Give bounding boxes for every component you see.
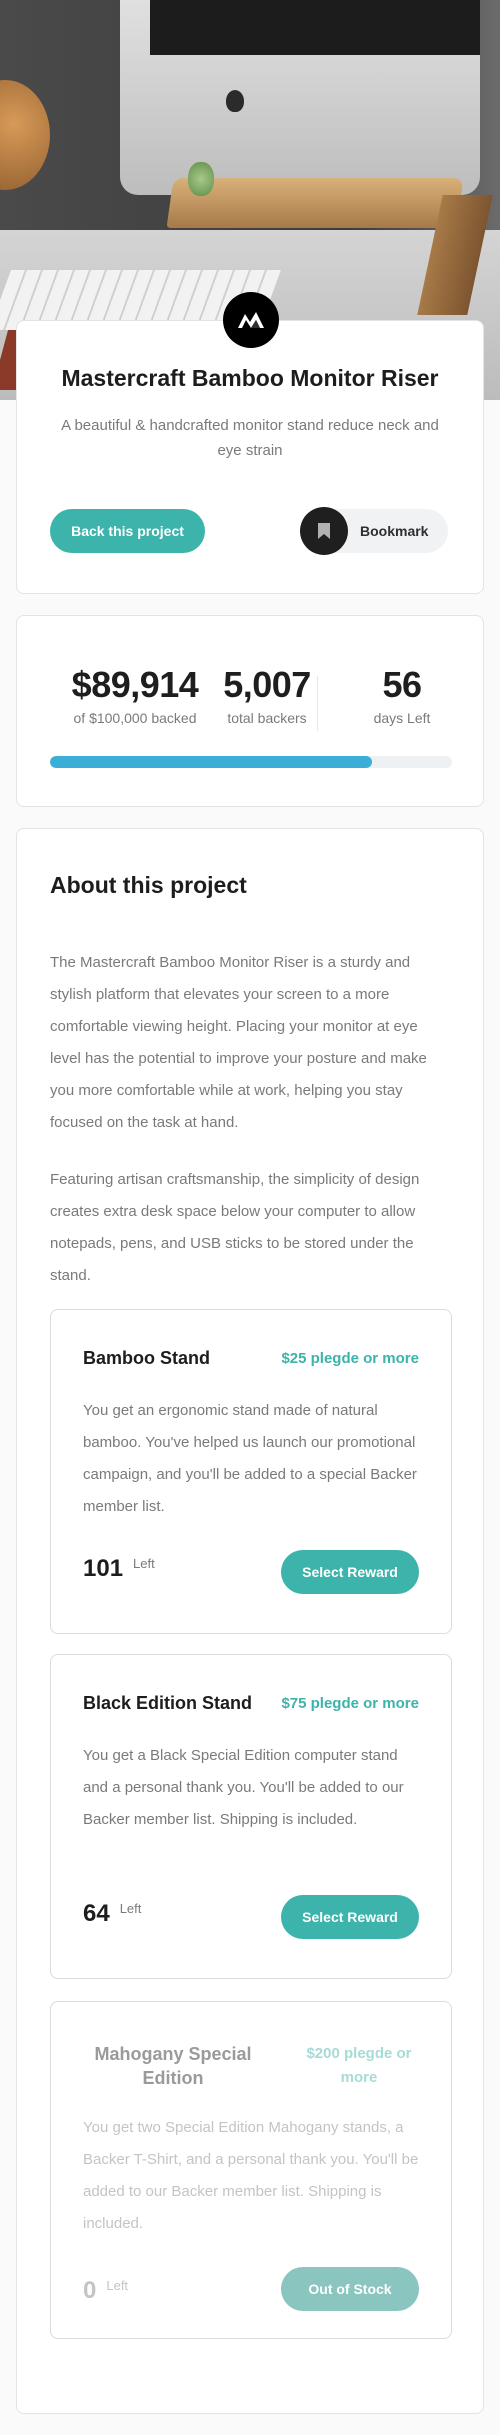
about-paragraph-2: Featuring artisan craftsmanship, the sim…	[50, 1171, 420, 1284]
bookmark-button[interactable]: Bookmark	[300, 507, 448, 555]
reward-stock-count: 101	[83, 1555, 124, 1582]
reward-card-mahogany: Mahogany Special Edition $200 plegde or …	[50, 2001, 452, 2339]
reward-stock-count: 0	[83, 2277, 97, 2304]
stats-divider	[317, 676, 318, 731]
reward-stock-label: Left	[106, 2278, 129, 2293]
funding-progress-bar	[50, 756, 452, 768]
mastercraft-logo-icon	[223, 292, 279, 348]
reward-description: You get an ergonomic stand made of natur…	[83, 1402, 417, 1515]
reward-card-bamboo: Bamboo Stand $25 plegde or more You get …	[50, 1309, 452, 1634]
bookmark-label: Bookmark	[360, 523, 429, 539]
reward-name: Bamboo Stand	[83, 1348, 211, 1368]
reward-stock: 64 Left	[83, 1900, 141, 1928]
reward-pledge: $25 plegde or more	[281, 1350, 419, 1367]
back-project-button[interactable]: Back this project	[50, 509, 205, 553]
select-reward-button[interactable]: Select Reward	[281, 1895, 419, 1939]
reward-description: You get a Black Special Edition computer…	[83, 1747, 404, 1828]
project-header-card: Mastercraft Bamboo Monitor Riser A beaut…	[16, 320, 484, 594]
stat-backed: $89,914 of $100,000 backed	[45, 664, 225, 726]
reward-name: Mahogany Special Edition	[94, 2044, 252, 2088]
stat-backers-label: total backers	[227, 710, 307, 726]
reward-stock: 101 Left	[83, 1555, 155, 1583]
reward-description: You get two Special Edition Mahogany sta…	[83, 2119, 419, 2232]
select-reward-button[interactable]: Select Reward	[281, 1550, 419, 1594]
stat-backers: 5,007 total backers	[207, 664, 327, 726]
about-paragraph-1: The Mastercraft Bamboo Monitor Riser is …	[50, 954, 427, 1131]
hero-apple-logo	[226, 90, 244, 112]
stats-card: $89,914 of $100,000 backed 5,007 total b…	[16, 615, 484, 807]
funding-progress-fill	[50, 756, 372, 768]
stat-days-count: 56	[382, 664, 422, 705]
reward-stock: 0 Left	[83, 2277, 128, 2305]
stat-days: 56 days Left	[342, 664, 462, 726]
out-of-stock-button: Out of Stock	[281, 2267, 419, 2311]
stat-backed-amount: $89,914	[71, 664, 199, 705]
stat-backed-label: of $100,000 backed	[73, 710, 197, 726]
reward-stock-label: Left	[119, 1901, 142, 1916]
project-title: Mastercraft Bamboo Monitor Riser	[61, 365, 439, 391]
reward-pledge: $75 plegde or more	[281, 1695, 419, 1712]
project-subtitle: A beautiful & handcrafted monitor stand …	[61, 417, 439, 459]
about-card: About this project The Mastercraft Bambo…	[16, 828, 484, 2414]
mastercraft-logo-svg	[238, 312, 264, 328]
stat-backers-count: 5,007	[223, 664, 311, 705]
reward-stock-label: Left	[133, 1556, 155, 1571]
stat-days-label: days Left	[373, 710, 431, 726]
reward-pledge: $200 plegde or more	[306, 2045, 412, 2086]
bookmark-icon	[300, 507, 348, 555]
hero-figurine	[188, 162, 214, 196]
about-heading: About this project	[50, 872, 247, 898]
hero-monitor-screen	[150, 0, 480, 55]
bookmark-icon-svg	[318, 523, 330, 539]
reward-name: Black Edition Stand	[83, 1693, 253, 1713]
reward-stock-count: 64	[83, 1900, 110, 1927]
reward-card-black-edition: Black Edition Stand $75 plegde or more Y…	[50, 1654, 452, 1979]
